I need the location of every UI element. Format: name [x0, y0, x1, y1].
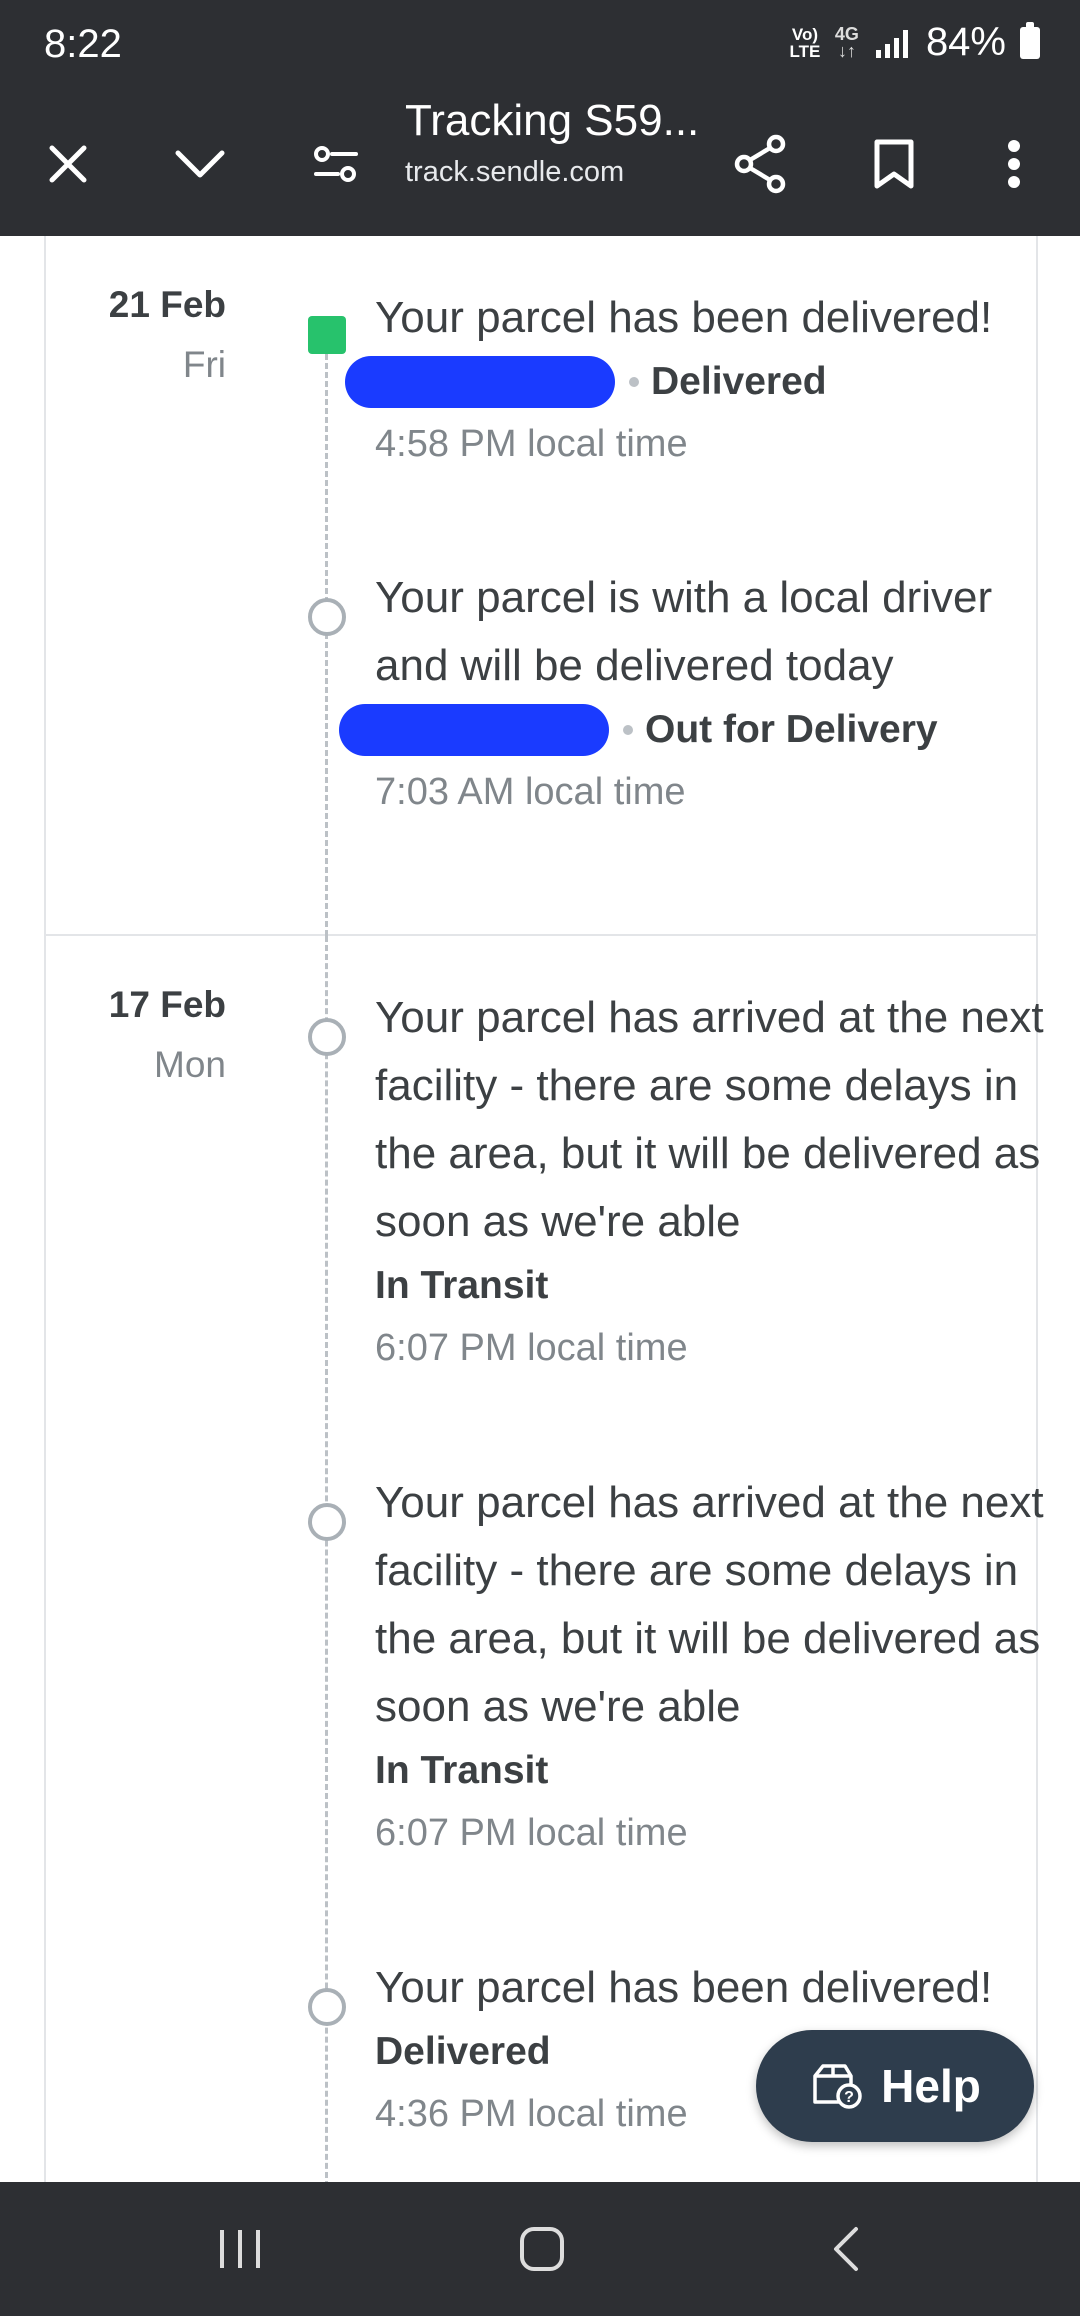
event-message: Your parcel has arrived at the next faci…: [375, 993, 1044, 1246]
event-message: Your parcel has arrived at the next faci…: [375, 1478, 1044, 1731]
current-status-marker: [308, 316, 346, 354]
browser-toolbar: Tracking S59... track.sendle.com: [0, 92, 1080, 236]
event-time: 6:07 PM local time: [375, 1327, 688, 1369]
page-url: track.sendle.com: [405, 156, 625, 188]
event-status: Delivered: [375, 2030, 551, 2073]
bookmark-icon[interactable]: [852, 92, 936, 236]
tracking-event: Your parcel has arrived at the next faci…: [375, 984, 1055, 1380]
tracking-timeline: 21 Feb Fri Your parcel has been delivere…: [0, 236, 1080, 2182]
share-icon[interactable]: [718, 92, 802, 236]
date-group: 17 Feb Mon Your parcel has arrived at th…: [44, 936, 1044, 2182]
event-message: Your parcel has been delivered!: [375, 1963, 993, 2012]
battery-icon: [1020, 21, 1040, 59]
chevron-down-icon[interactable]: [160, 92, 240, 236]
separator-dot: [623, 725, 633, 735]
timeline-line: [325, 336, 328, 936]
timeline-marker: [308, 1988, 346, 2026]
battery-percent: 84%: [925, 20, 1006, 64]
event-time: 7:03 AM local time: [375, 771, 686, 813]
tracking-event: Your parcel is with a local driver and w…: [339, 564, 1055, 824]
volte-icon: Vo) LTE: [789, 24, 821, 61]
tracking-event: Your parcel has been delivered! Delivere…: [345, 284, 1055, 476]
status-icons: Vo) LTE 4G ↓↑ 84%: [788, 20, 1040, 65]
date-day: 21 Feb: [108, 284, 226, 325]
event-time: 4:58 PM local time: [375, 423, 688, 465]
back-icon[interactable]: [796, 2182, 896, 2316]
home-icon[interactable]: [492, 2182, 592, 2316]
tracking-event: Your parcel has arrived at the next faci…: [375, 1469, 1055, 1865]
help-button[interactable]: ? Help: [756, 2030, 1034, 2142]
date-weekday: Fri: [182, 344, 226, 385]
event-status: Out for Delivery: [645, 708, 938, 751]
status-bar: 8:22 Vo) LTE 4G ↓↑ 84%: [0, 0, 1080, 92]
separator-dot: [629, 377, 639, 387]
event-status: In Transit: [375, 1749, 549, 1792]
network-type-icon: 4G ↓↑: [834, 23, 859, 61]
page-title: Tracking S59...: [405, 96, 700, 145]
timeline-marker: [308, 1503, 346, 1541]
date-day: 17 Feb: [108, 984, 226, 1025]
timeline-marker: [308, 598, 346, 636]
status-time: 8:22: [44, 22, 122, 66]
date-group: 21 Feb Fri Your parcel has been delivere…: [44, 236, 1038, 936]
event-status: In Transit: [375, 1264, 549, 1307]
close-icon[interactable]: [28, 92, 108, 236]
timeline-marker: [308, 1018, 346, 1056]
svg-text:?: ?: [844, 2089, 854, 2106]
page-controls-icon[interactable]: [296, 92, 376, 236]
redacted-location: [339, 704, 609, 756]
event-message: Your parcel has been delivered!: [375, 293, 993, 342]
event-status: Delivered: [651, 360, 827, 403]
event-message: Your parcel is with a local driver and w…: [375, 573, 993, 690]
recent-apps-icon[interactable]: [190, 2182, 290, 2316]
more-menu-icon[interactable]: [974, 92, 1054, 236]
date-weekday: Mon: [154, 1044, 226, 1085]
navigation-bar: [0, 2182, 1080, 2316]
event-time: 6:07 PM local time: [375, 1812, 688, 1854]
redacted-location: [345, 356, 615, 408]
help-parcel-icon: ?: [813, 2064, 862, 2109]
signal-icon: [875, 28, 908, 58]
help-label: Help: [881, 2060, 981, 2112]
